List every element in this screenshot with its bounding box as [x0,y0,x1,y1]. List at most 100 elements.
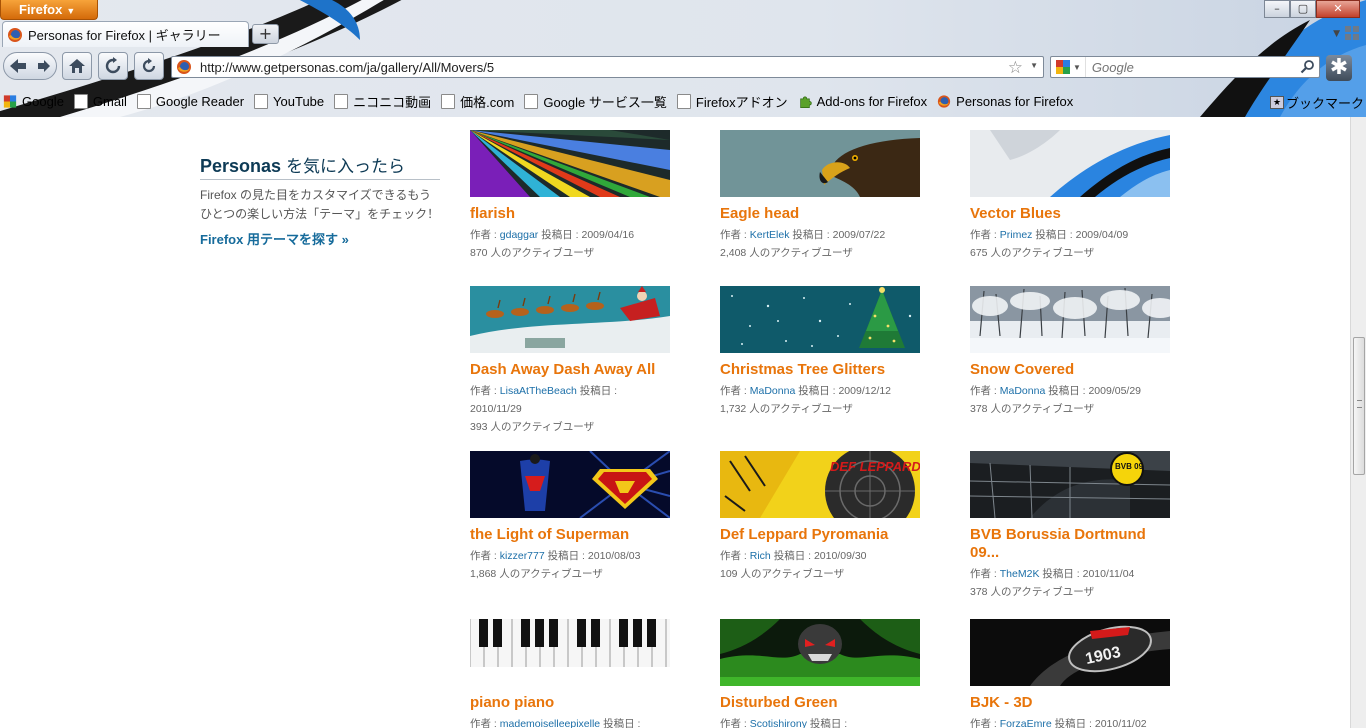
bookmark-label: YouTube [273,93,325,109]
back-arrow-icon[interactable] [8,57,28,75]
firefox-menu-button[interactable]: Firefox ▼ [0,0,98,20]
scrollbar-thumb[interactable] [1353,337,1365,475]
author-link[interactable]: Rich [750,550,771,562]
persona-title[interactable]: the Light of Superman [470,526,670,544]
bookmark-firefox-addons[interactable]: Firefoxアドオン [676,92,788,111]
user-count: 378 [970,403,988,415]
active-users: 675 人のアクティブユーザ [970,244,1170,262]
home-button[interactable] [62,52,92,80]
persona-thumbnail-vector-blues[interactable] [970,130,1170,197]
persona-title[interactable]: BVB Borussia Dortmund 09... [970,526,1170,562]
persona-card: Christmas Tree Glitters 作者 : MaDonna 投稿日… [720,286,920,418]
author-link[interactable]: ForzaEmre [1000,718,1052,728]
bookmarks-menu-button[interactable]: ★ ブックマーク [1269,93,1364,112]
persona-thumbnail-eagle[interactable] [720,130,920,197]
url-bar[interactable]: http://www.getpersonas.com/ja/gallery/Al… [171,56,1044,78]
addon-toolbar-button[interactable]: ✱ [1326,55,1352,81]
vertical-scrollbar[interactable] [1350,117,1366,728]
close-button[interactable]: ✕ [1316,0,1360,18]
posted-date: 2009/04/16 [581,229,635,241]
persona-thumbnail-dash-away[interactable] [470,286,670,353]
persona-meta: 作者 : KertElek 投稿日 : 2009/07/22 [720,226,920,244]
users-suffix: 人のアクティブユーザ [487,247,595,259]
persona-thumbnail-disturbed-green[interactable] [720,619,920,686]
maximize-button[interactable]: ▢ [1290,0,1316,18]
persona-title[interactable]: piano piano [470,694,670,712]
active-users: 378 人のアクティブユーザ [970,583,1170,601]
forward-arrow-icon[interactable] [36,58,52,74]
persona-title[interactable]: Def Leppard Pyromania [720,526,920,544]
persona-title[interactable]: Christmas Tree Glitters [720,361,920,379]
posted-label: 投稿日 : [806,718,848,728]
persona-thumbnail-christmas-tree[interactable] [720,286,920,353]
site-identity-icon[interactable] [176,59,192,75]
stop-reload-button[interactable] [134,52,164,80]
author-link[interactable]: Primez [1000,229,1033,241]
persona-title[interactable]: Disturbed Green [720,694,920,712]
users-suffix: 人のアクティブユーザ [746,403,853,415]
page-icon [334,93,349,109]
minimize-button[interactable]: – [1264,0,1290,18]
bookmark-star-icon[interactable]: ☆ [1008,58,1023,78]
search-engine-selector[interactable]: ▼ [1051,57,1086,77]
user-count: 2,408 [720,247,747,259]
bookmark-google-services[interactable]: Google サービス一覧 [524,92,667,111]
url-text[interactable]: http://www.getpersonas.com/ja/gallery/Al… [200,60,494,75]
active-users: 870 人のアクティブユーザ [470,244,670,262]
tab-personas[interactable]: Personas for Firefox | ギャラリー [2,21,249,47]
active-users: 2,408 人のアクティブユーザ [720,244,920,262]
bookmark-youtube[interactable]: YouTube [254,93,325,109]
persona-card: flarish 作者 : gdaggar 投稿日 : 2009/04/16 87… [470,130,670,262]
persona-thumbnail-piano[interactable] [470,619,670,686]
author-link[interactable]: LisaAtTheBeach [500,385,577,397]
persona-thumbnail-flarish[interactable] [470,130,670,197]
search-icon[interactable] [1300,59,1315,74]
users-suffix: 人のアクティブユーザ [987,403,1095,415]
persona-meta: 作者 : MaDonna 投稿日 : 2009/05/29 [970,382,1170,400]
persona-title[interactable]: Eagle head [720,205,920,223]
posted-label: 投稿日 : [1051,718,1095,728]
bookmark-label: Google サービス一覧 [543,94,667,110]
persona-title[interactable]: flarish [470,205,670,223]
author-link[interactable]: KertElek [750,229,790,241]
tab-list-chevron-icon[interactable]: ▼ [1333,29,1340,39]
bvb-logo-text: BVB 09 [1115,462,1144,471]
find-themes-link[interactable]: Firefox 用テーマを探す » [200,229,440,248]
persona-thumbnail-superman[interactable] [470,451,670,518]
tab-groups-icon[interactable] [1344,25,1361,42]
google-icon [1056,60,1070,74]
persona-title[interactable]: BJK - 3D [970,694,1170,712]
persona-thumbnail-bjk[interactable]: 1903 [970,619,1170,686]
bookmark-addons-for-firefox[interactable]: Add-ons for Firefox [798,94,927,109]
persona-thumbnail-def-leppard[interactable]: DEF LEPPARD [720,451,920,518]
persona-title[interactable]: Vector Blues [970,205,1170,223]
bookmark-google[interactable]: Google [3,94,64,109]
persona-thumbnail-snow-covered[interactable] [970,286,1170,353]
persona-thumbnail-bvb[interactable]: BVB 09 [970,451,1170,518]
users-suffix: 人のアクティブユーザ [487,421,595,433]
author-link[interactable]: MaDonna [1000,385,1046,397]
bookmark-nicovideo[interactable]: ニコニコ動画 [334,92,431,111]
navigation-bar: http://www.getpersonas.com/ja/gallery/Al… [0,47,1366,87]
author-link[interactable]: TheM2K [1000,568,1040,580]
persona-title[interactable]: Dash Away Dash Away All [470,361,670,379]
bookmark-personas-for-firefox[interactable]: Personas for Firefox [937,94,1073,109]
author-link[interactable]: gdaggar [500,229,539,241]
bookmark-gmail[interactable]: Gmail [73,93,127,109]
url-history-chevron-icon[interactable]: ▼ [1030,61,1038,70]
bookmark-label: Personas for Firefox [956,93,1074,109]
posted-label: 投稿日 : [770,550,814,562]
persona-title[interactable]: Snow Covered [970,361,1170,379]
search-bar[interactable]: ▼ [1050,56,1320,78]
new-tab-button[interactable]: + [252,24,279,44]
page-icon [73,93,88,109]
bookmark-google-reader[interactable]: Google Reader [136,93,244,109]
author-link[interactable]: Scotishirony [750,718,807,728]
author-link[interactable]: MaDonna [750,385,796,397]
author-link[interactable]: kizzer777 [500,550,545,562]
search-input[interactable] [1091,59,1302,75]
posted-label: 投稿日 : [600,718,641,728]
author-link[interactable]: mademoiselleepixelle [500,718,600,728]
bookmark-kakaku[interactable]: 価格.com [441,92,514,111]
reload-button[interactable] [98,52,128,80]
